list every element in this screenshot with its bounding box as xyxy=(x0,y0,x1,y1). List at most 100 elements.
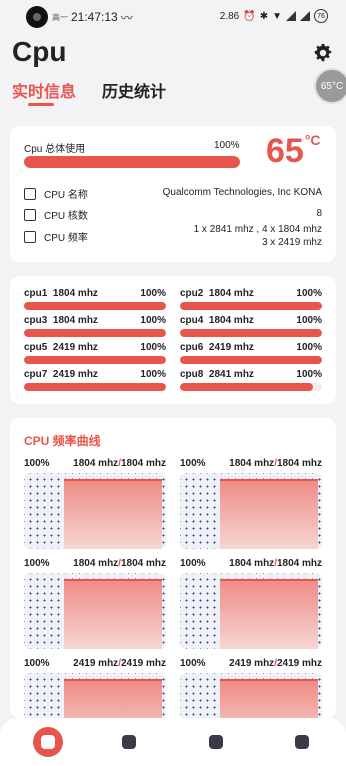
frequency-card: CPU 频率曲线 100% 1804 mhz/1804 mhz 100% 1804 m… xyxy=(10,418,336,718)
core-bar-fill xyxy=(180,383,314,391)
frequency-chart: 100% 1804 mhz/1804 mhz xyxy=(24,458,166,549)
core-percent: 100% xyxy=(140,369,166,380)
nav-cpu[interactable] xyxy=(33,727,63,757)
core-name: cpu6 2419 mhz xyxy=(180,342,254,353)
summary-card: Cpu 总体使用 100% 65°C CPU 名称 Qualcomm Techn… xyxy=(10,126,336,262)
frequency-chart: 100% 2419 mhz/2419 mhz xyxy=(24,658,166,718)
core-bar xyxy=(24,329,166,337)
core-name: cpu2 1804 mhz xyxy=(180,288,254,299)
tab-history[interactable]: 历史统计 xyxy=(102,78,166,102)
cpu-cores-row: CPU 核数 xyxy=(24,207,88,222)
usage-bar-fill xyxy=(24,156,240,168)
core-row: cpu6 2419 mhz 100% xyxy=(180,342,322,364)
bottom-nav xyxy=(0,718,346,766)
core-name: cpu5 2419 mhz xyxy=(24,342,98,353)
gear-icon[interactable] xyxy=(312,42,334,64)
chart-freq: 2419 mhz/2419 mhz xyxy=(229,658,322,669)
cpu-freq-label: CPU 频率 xyxy=(44,233,88,244)
signal-icon xyxy=(300,11,310,21)
chart-percent: 100% xyxy=(24,558,50,569)
chart-area xyxy=(64,579,162,649)
core-percent: 100% xyxy=(296,342,322,353)
core-name: cpu7 2419 mhz xyxy=(24,369,98,380)
cpu-freq-row: CPU 频率 xyxy=(24,229,88,244)
chart-freq: 1804 mhz/1804 mhz xyxy=(229,458,322,469)
chart-plot xyxy=(24,673,166,718)
chart-line xyxy=(64,479,162,481)
core-bar xyxy=(180,383,322,391)
core-bar-fill xyxy=(180,302,322,310)
nav-storage[interactable] xyxy=(204,730,228,754)
chart-header: 100% 2419 mhz/2419 mhz xyxy=(24,658,166,669)
core-name: cpu4 1804 mhz xyxy=(180,315,254,326)
chart-plot xyxy=(24,573,166,649)
core-label-row: cpu3 1804 mhz 100% xyxy=(24,315,166,326)
tab-bar: 实时信息 历史统计 xyxy=(12,78,166,102)
cpu-cores-value: 8 xyxy=(316,208,322,219)
chart-area xyxy=(220,479,318,549)
page-title: Cpu xyxy=(12,36,67,67)
frequency-icon xyxy=(24,230,36,243)
core-bar xyxy=(180,302,322,310)
chart-percent: 100% xyxy=(180,558,206,569)
chart-line xyxy=(64,579,162,581)
chart-line xyxy=(220,479,318,481)
usage-bar xyxy=(24,156,240,168)
core-row: cpu3 1804 mhz 100% xyxy=(24,315,166,337)
core-percent: 100% xyxy=(296,315,322,326)
status-small-text: 高一 xyxy=(52,12,68,22)
usage-percent: 100% xyxy=(214,140,240,151)
tab-indicator xyxy=(28,103,54,106)
core-label-row: cpu6 2419 mhz 100% xyxy=(180,342,322,353)
frequency-chart: 100% 1804 mhz/1804 mhz xyxy=(180,458,322,549)
chart-plot xyxy=(180,673,322,718)
ghost-outline-icon xyxy=(295,735,309,749)
storage-icon xyxy=(209,735,223,749)
chart-freq: 1804 mhz/1804 mhz xyxy=(73,558,166,569)
tab-realtime[interactable]: 实时信息 xyxy=(12,78,76,102)
chart-area xyxy=(220,679,318,718)
core-label-row: cpu8 2841 mhz 100% xyxy=(180,369,322,380)
chip-icon xyxy=(24,187,36,200)
core-bar-fill xyxy=(24,329,166,337)
cpu-name-value: Qualcomm Technologies, Inc KONA xyxy=(162,187,322,198)
status-bar: 高一 21:47:13 〰 2.86 ⏰ ✱ ▼ 76 xyxy=(0,0,346,34)
chart-header: 100% 1804 mhz/1804 mhz xyxy=(24,558,166,569)
cpu-freq-value: 1 x 2841 mhz , 4 x 1804 mhz 3 x 2419 mhz xyxy=(193,224,322,248)
ghost-icon xyxy=(122,735,136,749)
core-row: cpu4 1804 mhz 100% xyxy=(180,315,322,337)
core-bar-fill xyxy=(180,329,322,337)
core-label-row: cpu1 1804 mhz 100% xyxy=(24,288,166,299)
core-bar xyxy=(24,383,166,391)
temperature-bubble[interactable]: 65°C xyxy=(314,68,346,104)
core-row: cpu5 2419 mhz 100% xyxy=(24,342,166,364)
battery-icon: 76 xyxy=(314,9,328,23)
chart-freq: 1804 mhz/1804 mhz xyxy=(73,458,166,469)
bluetooth-icon: ✱ xyxy=(259,10,269,22)
core-percent: 100% xyxy=(296,369,322,380)
chart-header: 100% 1804 mhz/1804 mhz xyxy=(180,558,322,569)
nav-ghost[interactable] xyxy=(117,730,141,754)
core-label-row: cpu5 2419 mhz 100% xyxy=(24,342,166,353)
core-bar xyxy=(180,356,322,364)
core-label-row: cpu7 2419 mhz 100% xyxy=(24,369,166,380)
core-bar-fill xyxy=(24,302,166,310)
core-bar-fill xyxy=(24,356,166,364)
core-bar xyxy=(24,356,166,364)
notification-icon: 〰 xyxy=(120,10,133,25)
chart-percent: 100% xyxy=(24,458,50,469)
core-name: cpu1 1804 mhz xyxy=(24,288,98,299)
cpu-cores-label: CPU 核数 xyxy=(44,211,88,222)
core-row: cpu7 2419 mhz 100% xyxy=(24,369,166,391)
core-bar-fill xyxy=(24,383,166,391)
core-name: cpu8 2841 mhz xyxy=(180,369,254,380)
core-row: cpu8 2841 mhz 100% xyxy=(180,369,322,391)
chart-line xyxy=(220,579,318,581)
frequency-title: CPU 频率曲线 xyxy=(24,434,101,448)
frequency-chart: 100% 2419 mhz/2419 mhz xyxy=(180,658,322,718)
chart-freq: 2419 mhz/2419 mhz xyxy=(73,658,166,669)
status-time: 21:47:13 xyxy=(71,10,118,24)
wifi-icon: ▼ xyxy=(272,10,282,22)
nav-ghost-outline[interactable] xyxy=(290,730,314,754)
core-bar xyxy=(180,329,322,337)
